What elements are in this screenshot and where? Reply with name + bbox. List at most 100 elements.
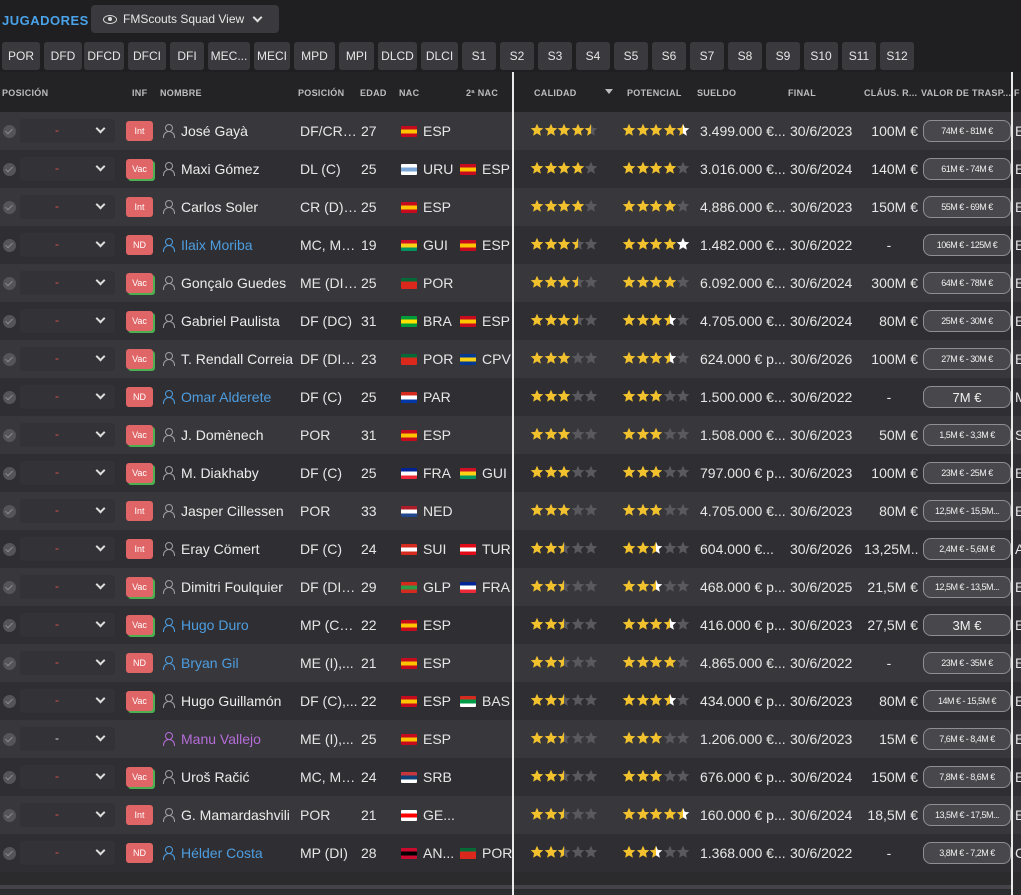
tab-dfd[interactable]: DFD xyxy=(44,42,82,70)
table-row[interactable]: - ND Hélder Costa MP (DI) 28 AN... POR 1.368.00… xyxy=(0,834,1021,872)
tab-por[interactable]: POR xyxy=(2,42,40,70)
table-row[interactable]: - Manu Vallejo ME (I),... 25 ESP 1.206.000 €.… xyxy=(0,720,1021,758)
status-badge[interactable]: ND xyxy=(126,387,153,407)
status-badge[interactable]: Vac xyxy=(126,311,153,331)
player-name-link[interactable]: Manu Vallejo xyxy=(181,731,261,747)
row-select-checkbox[interactable] xyxy=(3,581,16,594)
col-valor[interactable]: VALOR DE TRASP... xyxy=(921,88,1011,98)
row-select-checkbox[interactable] xyxy=(3,543,16,556)
col-posicion[interactable]: POSICIÓN xyxy=(298,88,344,98)
tab-s1[interactable]: S1 xyxy=(462,42,496,70)
tab-s7[interactable]: S7 xyxy=(690,42,724,70)
status-badge[interactable]: Int xyxy=(126,805,153,825)
position-select-dropdown[interactable]: - xyxy=(20,385,115,409)
player-name-link[interactable]: Gabriel Paulista xyxy=(181,313,280,329)
row-select-checkbox[interactable] xyxy=(3,847,16,860)
table-row[interactable]: - ND Bryan Gil ME (I),... 21 ESP 4.865.000 €..… xyxy=(0,644,1021,682)
tab-s12[interactable]: S12 xyxy=(880,42,914,70)
col-edad[interactable]: EDAD xyxy=(360,88,387,98)
col-nac[interactable]: NAC xyxy=(399,88,419,98)
status-badge[interactable]: Int xyxy=(126,121,153,141)
row-select-checkbox[interactable] xyxy=(3,163,16,176)
position-select-dropdown[interactable]: - xyxy=(20,575,115,599)
tab-dlci[interactable]: DLCI xyxy=(421,42,458,70)
tab-mec[interactable]: MEC... xyxy=(208,42,250,70)
table-row[interactable]: - Int Carlos Soler CR (D),... 25 ESP 4.886.000… xyxy=(0,188,1021,226)
position-select-dropdown[interactable]: - xyxy=(20,119,115,143)
row-select-checkbox[interactable] xyxy=(3,391,16,404)
horizontal-scrollbar-right[interactable] xyxy=(514,885,1011,889)
tab-s4[interactable]: S4 xyxy=(576,42,610,70)
col-clausula[interactable]: CLÁUS. R... xyxy=(864,88,917,98)
row-select-checkbox[interactable] xyxy=(3,201,16,214)
row-select-checkbox[interactable] xyxy=(3,125,16,138)
col-nombre[interactable]: NOMBRE xyxy=(160,88,202,98)
tab-mpi[interactable]: MPI xyxy=(339,42,374,70)
row-select-checkbox[interactable] xyxy=(3,353,16,366)
player-name-link[interactable]: G. Mamardashvili xyxy=(181,807,290,823)
row-select-checkbox[interactable] xyxy=(3,239,16,252)
position-select-dropdown[interactable]: - xyxy=(20,651,115,675)
status-badge[interactable]: Vac xyxy=(126,691,153,711)
table-row[interactable]: - Vac Uroš Račić MC, ME... 24 SRB 676.000 € p.… xyxy=(0,758,1021,796)
status-badge[interactable]: Vac xyxy=(126,577,153,597)
player-name-link[interactable]: Omar Alderete xyxy=(181,389,271,405)
tab-s8[interactable]: S8 xyxy=(728,42,762,70)
position-select-dropdown[interactable]: - xyxy=(20,233,115,257)
player-name-link[interactable]: Maxi Gómez xyxy=(181,161,260,177)
row-select-checkbox[interactable] xyxy=(3,429,16,442)
position-select-dropdown[interactable]: - xyxy=(20,841,115,865)
position-select-dropdown[interactable]: - xyxy=(20,689,115,713)
row-select-checkbox[interactable] xyxy=(3,771,16,784)
tab-meci[interactable]: MECI xyxy=(254,42,290,70)
player-name-link[interactable]: Carlos Soler xyxy=(181,199,258,215)
position-select-dropdown[interactable]: - xyxy=(20,157,115,181)
player-name-link[interactable]: J. Domènech xyxy=(181,427,263,443)
col-final[interactable]: FINAL xyxy=(788,88,816,98)
position-select-dropdown[interactable]: - xyxy=(20,727,115,751)
horizontal-scrollbar-left[interactable] xyxy=(0,885,512,889)
status-badge[interactable]: Int xyxy=(126,501,153,521)
row-select-checkbox[interactable] xyxy=(3,467,16,480)
col-extra[interactable]: F xyxy=(1014,88,1020,98)
tab-s10[interactable]: S10 xyxy=(804,42,838,70)
status-badge[interactable]: Vac xyxy=(126,615,153,635)
status-badge[interactable]: Vac xyxy=(126,159,153,179)
row-select-checkbox[interactable] xyxy=(3,657,16,670)
tab-s6[interactable]: S6 xyxy=(652,42,686,70)
col-nac2[interactable]: 2ª NAC xyxy=(466,88,498,98)
player-name-link[interactable]: Dimitri Foulquier xyxy=(181,579,283,595)
tab-s5[interactable]: S5 xyxy=(614,42,648,70)
row-select-checkbox[interactable] xyxy=(3,619,16,632)
table-row[interactable]: - Int Jasper Cillessen POR 33 NED 4.705.000 €.… xyxy=(0,492,1021,530)
player-name-link[interactable]: Hélder Costa xyxy=(181,845,263,861)
position-select-dropdown[interactable]: - xyxy=(20,347,115,371)
status-badge[interactable]: ND xyxy=(126,653,153,673)
player-name-link[interactable]: T. Rendall Correia xyxy=(181,351,293,367)
row-select-checkbox[interactable] xyxy=(3,277,16,290)
table-row[interactable]: - Vac M. Diakhaby DF (C) 25 FRA GUI 797.000 € p… xyxy=(0,454,1021,492)
status-badge[interactable]: Vac xyxy=(126,767,153,787)
row-select-checkbox[interactable] xyxy=(3,315,16,328)
position-select-dropdown[interactable]: - xyxy=(20,309,115,333)
player-name-link[interactable]: M. Diakhaby xyxy=(181,465,259,481)
col-posicion-select[interactable]: POSICIÓN xyxy=(2,88,48,98)
tab-s3[interactable]: S3 xyxy=(538,42,572,70)
status-badge[interactable]: Vac xyxy=(126,349,153,369)
table-row[interactable]: - ND Ilaix Moriba MC, ME... 19 GUI ESP 1.482.00… xyxy=(0,226,1021,264)
row-select-checkbox[interactable] xyxy=(3,505,16,518)
player-name-link[interactable]: Uroš Račić xyxy=(181,769,249,785)
col-sueldo[interactable]: SUELDO xyxy=(697,88,736,98)
tab-dlcd[interactable]: DLCD xyxy=(378,42,417,70)
table-row[interactable]: - Vac Hugo Guillamón DF (C),... 22 ESP BAS 434.… xyxy=(0,682,1021,720)
table-row[interactable]: - Int José Gayà DF/CR/... 27 ESP 3.499.000 €..… xyxy=(0,112,1021,150)
position-select-dropdown[interactable]: - xyxy=(20,613,115,637)
status-badge[interactable]: Vac xyxy=(126,425,153,445)
player-name-link[interactable]: Jasper Cillessen xyxy=(181,503,284,519)
position-select-dropdown[interactable]: - xyxy=(20,423,115,447)
tab-s11[interactable]: S11 xyxy=(842,42,876,70)
tab-mpd[interactable]: MPD xyxy=(294,42,335,70)
player-name-link[interactable]: Ilaix Moriba xyxy=(181,237,253,253)
col-calidad[interactable]: CALIDAD xyxy=(534,88,577,98)
row-select-checkbox[interactable] xyxy=(3,695,16,708)
